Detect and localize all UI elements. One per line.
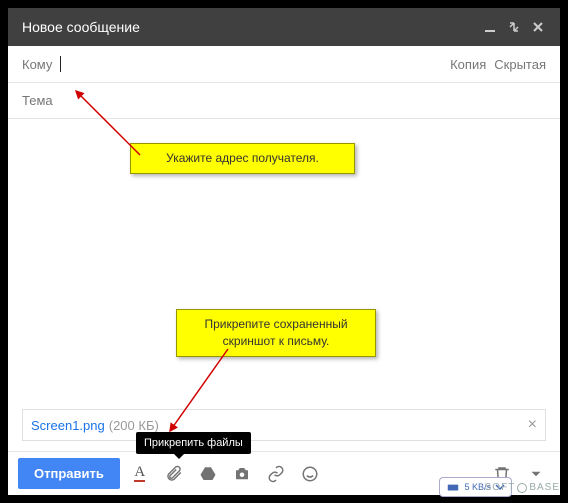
drive-icon[interactable] — [194, 460, 222, 488]
to-label: Кому — [22, 57, 52, 72]
network-icon — [446, 480, 460, 494]
callout-recipient: Укажите адрес получателя. — [130, 143, 355, 174]
send-button[interactable]: Отправить — [18, 458, 120, 489]
attach-tooltip: Прикрепить файлы — [136, 432, 251, 454]
to-input[interactable] — [61, 57, 442, 72]
subject-input[interactable] — [22, 93, 546, 108]
cc-link[interactable]: Копия — [450, 57, 486, 72]
watermark: SOFT BASE — [485, 482, 560, 493]
camera-icon[interactable] — [228, 460, 256, 488]
callout-attach: Прикрепите сохраненный скриншот к письму… — [176, 309, 376, 357]
titlebar: Новое сообщение — [8, 8, 560, 46]
message-body[interactable]: Укажите адрес получателя. Прикрепите сох… — [8, 119, 560, 409]
attachment-name[interactable]: Screen1.png — [31, 418, 105, 433]
bcc-link[interactable]: Скрытая — [494, 57, 546, 72]
close-icon[interactable] — [530, 19, 546, 35]
attachment-size: (200 КБ) — [109, 418, 159, 433]
link-icon[interactable] — [262, 460, 290, 488]
window-title: Новое сообщение — [22, 19, 474, 35]
attachment-remove-icon[interactable]: × — [528, 416, 537, 434]
recipients-row: Кому Копия Скрытая — [8, 46, 560, 83]
compose-window: Новое сообщение Кому Копия Скрытая Укажи… — [8, 8, 560, 495]
attach-file-icon[interactable] — [160, 460, 188, 488]
expand-icon[interactable] — [506, 19, 522, 35]
emoji-icon[interactable] — [296, 460, 324, 488]
watermark-circle-icon — [517, 483, 527, 493]
minimize-icon[interactable] — [482, 19, 498, 35]
attachment-chip: Screen1.png (200 КБ) × — [22, 409, 546, 441]
subject-row — [8, 83, 560, 119]
format-icon[interactable]: A — [126, 460, 154, 488]
